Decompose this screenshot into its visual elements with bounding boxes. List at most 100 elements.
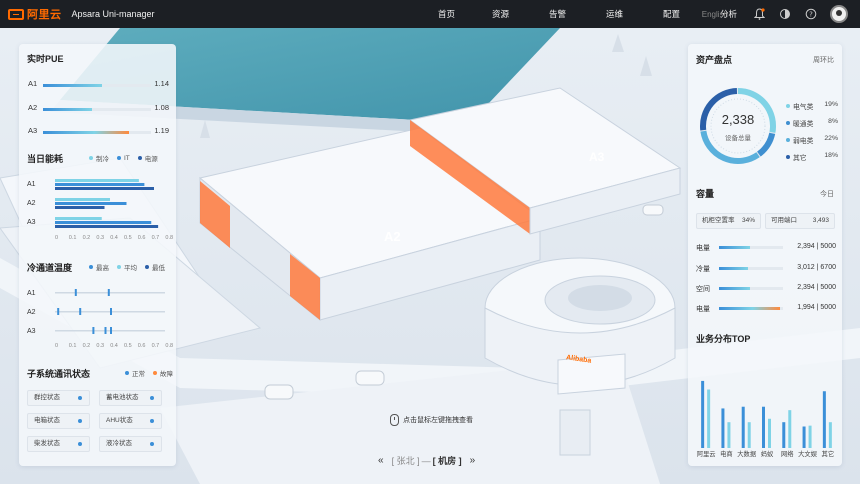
nav-alerts[interactable]: 告警	[549, 0, 606, 28]
pue-track	[43, 131, 151, 134]
chevron-double-right-icon[interactable]: »	[470, 455, 476, 466]
asset-total-label: 设备总量	[725, 135, 751, 142]
legend-dot	[786, 155, 790, 159]
capacity-label: 空间	[696, 286, 710, 293]
legend-dot	[89, 265, 93, 269]
energy-row-label: A2	[27, 200, 36, 207]
business-category-label: 蚂蚁	[760, 451, 774, 458]
business-category-labels: 阿里云 电商 大数据 蚂蚁 网络 大文娱 其它	[696, 449, 838, 459]
capacity-value: 2,394 | 5000	[797, 284, 836, 291]
capacity-fill	[719, 287, 750, 290]
axis-tick-label: 0	[55, 235, 59, 241]
building-label-a2[interactable]: A2	[384, 229, 401, 244]
nav-ops[interactable]: 运维	[606, 0, 663, 28]
cold-marker	[110, 327, 112, 334]
cold-marker	[79, 308, 82, 315]
product-name: Apsara Uni-manager	[71, 9, 155, 19]
pue-value: 1.08	[154, 103, 169, 112]
axis-tick-label: 0.6	[137, 235, 146, 241]
building-label-a3[interactable]: A3	[589, 150, 604, 164]
energy-bar-chart: A1 A2 A3	[27, 179, 159, 228]
business-category-label: 阿里云	[696, 451, 716, 458]
business-bar	[788, 410, 792, 448]
week-compare-toggle[interactable]: 周环比	[813, 55, 834, 65]
pue-row-label: A2	[28, 103, 38, 112]
axis-tick-label: 0.8	[165, 235, 174, 241]
energy-bar	[55, 202, 127, 205]
user-avatar[interactable]	[830, 5, 848, 23]
capacity-row: 冷量 3,012 | 6700	[696, 264, 836, 274]
cold-marker	[104, 327, 107, 334]
help-icon[interactable]: ?	[798, 0, 824, 28]
business-bar-chart	[701, 380, 832, 448]
subsystem-ahu[interactable]: AHU状态	[99, 413, 162, 429]
subsystem-label: 液冷状态	[106, 440, 132, 447]
subsystem-group-control[interactable]: 群控状态	[27, 390, 90, 406]
subsystem-diesel[interactable]: 柴发状态	[27, 436, 90, 452]
left-panel: 实时PUE A1 1.14 A2 1.08 A3 1.19 当日能耗 制冷 IT…	[19, 44, 176, 466]
business-bar	[762, 406, 765, 448]
pue-track	[43, 108, 151, 111]
cold-aisle-legend: 最高 平均 最低	[81, 262, 165, 272]
axis-tick-label: 0.1	[68, 235, 77, 241]
status-dot	[150, 396, 154, 400]
subsystem-electric-box[interactable]: 电箱状态	[27, 413, 90, 429]
language-switch[interactable]: English	[702, 10, 728, 19]
axis-tick-label: 0.5	[124, 235, 132, 241]
business-bar	[782, 422, 786, 448]
legend-power: 电源	[144, 156, 158, 163]
asset-legend-item: 电气类 19%	[786, 101, 838, 111]
legend-dot	[117, 156, 121, 160]
cold-row-label: A2	[27, 309, 36, 316]
energy-ticks: 0 0.1 0.2 0.3 0.4 0.5 0.6 0.7 0.8	[55, 235, 173, 243]
chevron-double-left-icon[interactable]: «	[378, 455, 384, 466]
cold-marker	[57, 308, 60, 315]
legend-it: IT	[124, 154, 130, 162]
axis-tick-label: 0.5	[124, 343, 132, 349]
energy-bar	[55, 187, 154, 190]
capacity-track	[719, 267, 783, 270]
business-bar	[721, 408, 725, 448]
axis-tick-label: 0.1	[68, 343, 77, 349]
subsystem-label: 群控状态	[34, 394, 60, 401]
cold-aisle-chart: A1 A2 A3	[27, 289, 165, 335]
axis-tick-label: 0.7	[151, 235, 160, 241]
pue-fill	[43, 108, 92, 111]
status-dot	[78, 396, 82, 400]
top-right-tools: English ?	[702, 0, 848, 28]
legend-dot	[125, 371, 129, 375]
legend-cooling: 制冷	[96, 156, 109, 163]
nav-home[interactable]: 首页	[438, 0, 492, 28]
business-category-label: 其它	[821, 451, 835, 458]
legend-fault: 故障	[160, 371, 173, 378]
legend-pct: 19%	[824, 101, 838, 108]
axis-tick-label: 0.7	[151, 343, 160, 349]
pue-row: A3 1.19	[28, 126, 169, 138]
legend-dot	[137, 156, 142, 160]
box-value: 3,493	[812, 217, 829, 224]
subsystem-label: 电箱状态	[34, 417, 60, 424]
legend-dot	[786, 121, 790, 125]
cold-track	[55, 292, 165, 294]
business-category-label: 大文娱	[798, 451, 817, 458]
subsystem-legend: 正常 故障	[117, 368, 173, 378]
breadcrumb-region[interactable]: [ 张北 ]	[392, 454, 420, 467]
bell-icon[interactable]	[746, 0, 772, 28]
brand[interactable]: 阿里云 Apsara Uni-manager	[8, 6, 155, 22]
breadcrumb-room[interactable]: [ 机房 ]	[433, 454, 462, 467]
subsystem-battery[interactable]: 蓄电池状态	[99, 390, 162, 406]
theme-icon[interactable]	[772, 0, 798, 28]
subsystem-liquid-cooling[interactable]: 液冷状态	[99, 436, 162, 452]
subsystem-label: 蓄电池状态	[106, 394, 139, 401]
energy-bar	[55, 221, 152, 224]
business-bar	[768, 418, 771, 448]
energy-row-label: A3	[27, 219, 36, 226]
capacity-period[interactable]: 今日	[820, 189, 834, 199]
logo-text: 阿里云	[27, 9, 62, 21]
asset-total: 2,338	[721, 112, 755, 127]
energy-title: 当日能耗	[27, 154, 64, 164]
cold-ticks: 0 0.1 0.2 0.3 0.4 0.5 0.6 0.7 0.8	[55, 343, 173, 351]
nav-resources[interactable]: 资源	[492, 0, 549, 28]
cold-aisle-title: 冷通道温度	[27, 263, 73, 273]
capacity-fill	[719, 307, 780, 310]
